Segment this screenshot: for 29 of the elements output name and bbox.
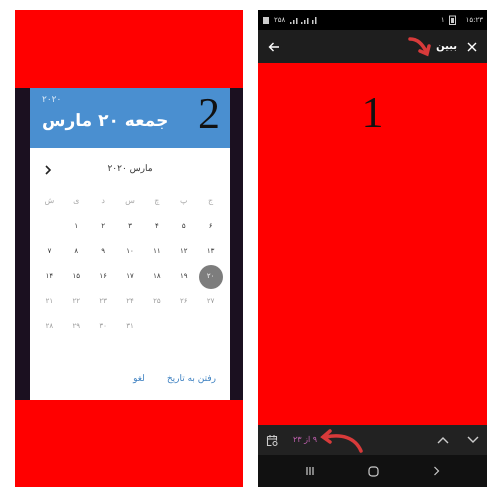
weekday-label: پ: [178, 195, 188, 207]
status-icons: [262, 16, 270, 24]
recent-apps-icon[interactable]: [304, 466, 315, 476]
weekday-label: ج: [206, 195, 214, 207]
weekday-label: د: [100, 195, 106, 207]
home-icon[interactable]: [368, 466, 380, 476]
annotation-number: 1: [362, 91, 384, 135]
weekday-label: ی: [72, 195, 80, 207]
signal-icon: [289, 16, 320, 24]
chevron-right-icon[interactable]: [44, 165, 52, 175]
chevron-up-icon[interactable]: [437, 436, 449, 444]
back-icon[interactable]: [433, 466, 440, 476]
back-arrow-icon[interactable]: [268, 42, 280, 52]
year-label: ۲۰۲۰: [42, 96, 62, 105]
battery-icon: [448, 15, 456, 25]
annotation-arrow: [319, 427, 364, 453]
dialog-button[interactable]: لغو: [133, 372, 145, 386]
chevron-down-icon[interactable]: [467, 436, 479, 444]
date-title: جمعه ۲۰ مارس: [42, 111, 168, 132]
calendar-search-icon[interactable]: [266, 434, 279, 446]
month-label: مارس ۲۰۲۰: [107, 163, 154, 176]
close-icon[interactable]: [467, 42, 477, 52]
annotation-number: 2: [198, 92, 220, 136]
match-count: ۹ از ۲۳: [293, 434, 318, 446]
toolbar-title: ببین: [436, 40, 457, 54]
weekday-label: چ: [153, 195, 160, 207]
weekday-label: س: [124, 195, 136, 207]
dialog-button[interactable]: رفتن به تاریخ: [166, 372, 216, 386]
weekday-label: ش: [44, 195, 56, 207]
